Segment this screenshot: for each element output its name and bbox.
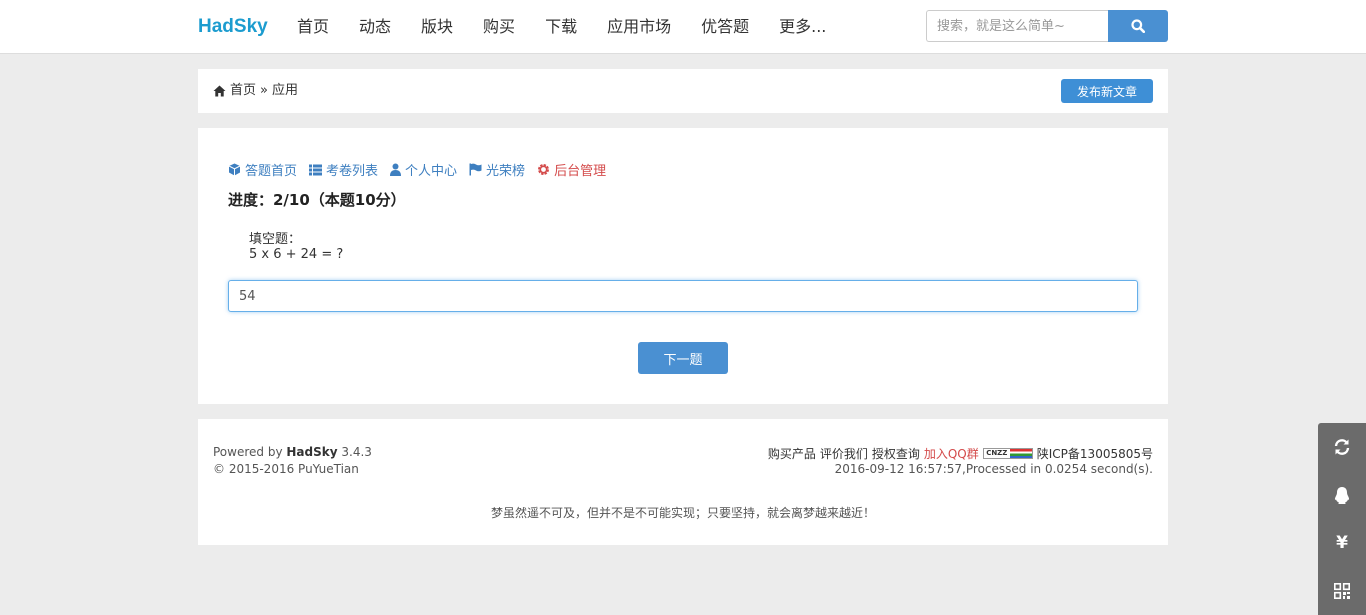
refresh-icon <box>1334 439 1350 455</box>
qrcode-button[interactable] <box>1318 567 1366 615</box>
breadcrumb-current: 应用 <box>271 83 298 98</box>
next-question-button[interactable]: 下一题 <box>638 342 728 374</box>
gear-icon <box>538 164 550 175</box>
cnzz-stripes <box>1009 449 1032 458</box>
nav-item-home[interactable]: 首页 <box>282 0 344 54</box>
qq-button[interactable] <box>1318 471 1366 519</box>
nav-item-app-market[interactable]: 应用市场 <box>592 0 686 54</box>
search-box <box>926 10 1168 42</box>
cnzz-stats-badge[interactable]: CNZZ <box>982 448 1033 459</box>
breadcrumb: 首页 » 应用 <box>213 69 298 113</box>
paper-list-label: 考卷列表 <box>326 164 379 179</box>
quiz-home-link[interactable]: 答题首页 <box>228 160 297 179</box>
list-icon <box>309 164 323 175</box>
review-us-link[interactable]: 评价我们 <box>820 445 868 462</box>
flag-icon <box>469 163 482 176</box>
footer: Powered by HadSky 3.4.3 © 2015-2016 PuYu… <box>198 419 1168 545</box>
powered-prefix: Powered by <box>213 445 287 459</box>
powered-name[interactable]: HadSky <box>286 445 337 459</box>
paper-list-link[interactable]: 考卷列表 <box>309 160 378 179</box>
version: 3.4.3 <box>337 445 372 459</box>
search-button[interactable] <box>1108 10 1168 42</box>
admin-link[interactable]: 后台管理 <box>537 160 606 179</box>
breadcrumb-home-link[interactable]: 首页 <box>230 69 256 113</box>
footer-links: 购买产品 评价我们 授权查询 加入QQ群 CNZZ 陕ICP备13005805号 <box>768 445 1153 462</box>
quiz-panel: 答题首页 考卷列表 个人中心 光荣榜 后台管理 进度：2/10（本题10分） 填… <box>198 128 1168 404</box>
admin-label: 后台管理 <box>554 164 607 179</box>
publish-article-button[interactable]: 发布新文章 <box>1061 79 1153 103</box>
search-icon <box>1131 19 1145 33</box>
nav-item-buy[interactable]: 购买 <box>468 0 530 54</box>
main-nav: 首页 动态 版块 购买 下载 应用市场 优答题 更多... <box>282 0 841 54</box>
nav-item-forums[interactable]: 版块 <box>406 0 468 54</box>
nav-item-download[interactable]: 下载 <box>530 0 592 54</box>
donate-button[interactable]: ¥ <box>1318 519 1366 567</box>
honor-roll-link[interactable]: 光荣榜 <box>469 160 525 179</box>
processing-time: 2016-09-12 16:57:57,Processed in 0.0254 … <box>834 462 1153 476</box>
cube-icon <box>228 163 241 176</box>
icp-link[interactable]: 陕ICP备13005805号 <box>1037 445 1153 462</box>
profile-link[interactable]: 个人中心 <box>390 160 457 179</box>
yen-icon: ¥ <box>1336 533 1348 553</box>
question-type: 填空题： <box>249 232 302 247</box>
breadcrumb-separator: » <box>260 83 268 98</box>
license-check-link[interactable]: 授权查询 <box>872 445 920 462</box>
powered-by: Powered by HadSky 3.4.3 <box>213 445 372 459</box>
home-icon <box>213 85 226 97</box>
search-input[interactable] <box>926 10 1108 42</box>
brand-logo[interactable]: HadSky <box>198 16 268 38</box>
qrcode-icon <box>1334 583 1350 599</box>
profile-label: 个人中心 <box>405 164 458 179</box>
quiz-subnav: 答题首页 考卷列表 个人中心 光荣榜 后台管理 <box>228 160 606 179</box>
nav-item-feed[interactable]: 动态 <box>344 0 406 54</box>
quiz-progress: 进度：2/10（本题10分） <box>228 191 406 209</box>
quiz-home-label: 答题首页 <box>245 164 298 179</box>
copyright: © 2015-2016 PuYueTian <box>213 462 359 476</box>
question-text: 5 x 6 + 24 = ? <box>249 247 344 262</box>
breadcrumb-panel: 首页 » 应用 发布新文章 <box>198 69 1168 113</box>
nav-item-quiz[interactable]: 优答题 <box>686 0 764 54</box>
refresh-button[interactable] <box>1318 423 1366 471</box>
side-toolbar: ¥ <box>1318 423 1366 615</box>
nav-item-more[interactable]: 更多... <box>764 0 841 54</box>
buy-product-link[interactable]: 购买产品 <box>768 445 816 462</box>
cnzz-label: CNZZ <box>983 449 1010 458</box>
user-icon <box>390 163 402 176</box>
honor-roll-label: 光荣榜 <box>486 164 526 179</box>
join-qq-group-link[interactable]: 加入QQ群 <box>924 445 979 462</box>
answer-input[interactable] <box>228 280 1138 312</box>
qq-icon <box>1334 486 1350 504</box>
footer-motto: 梦虽然遥不可及，但并不是不可能实现；只要坚持，就会离梦越来越近！ <box>490 506 875 520</box>
top-navbar: HadSky 首页 动态 版块 购买 下载 应用市场 优答题 更多... <box>0 0 1366 54</box>
